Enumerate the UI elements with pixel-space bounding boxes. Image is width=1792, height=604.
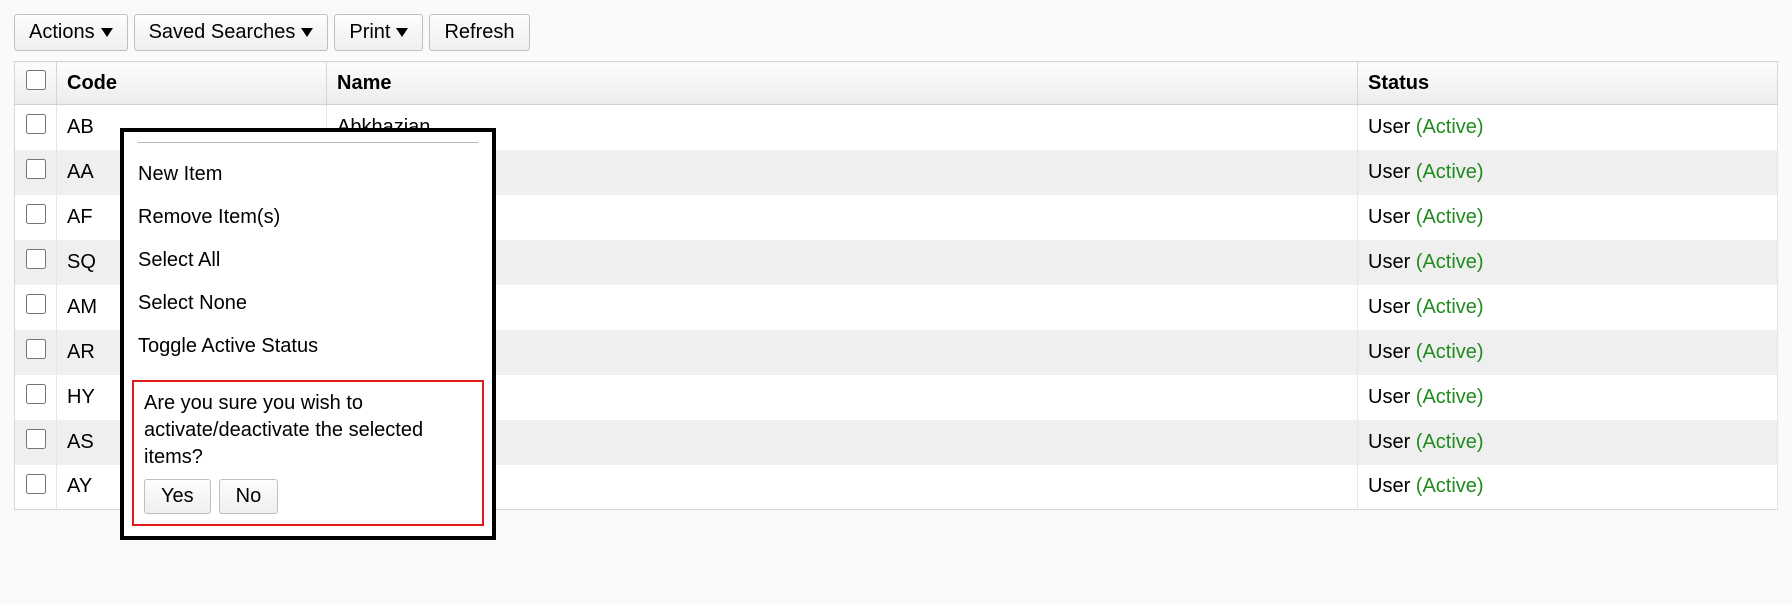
saved-searches-button[interactable]: Saved Searches <box>134 14 329 51</box>
status-prefix: User <box>1368 386 1416 408</box>
row-checkbox[interactable] <box>26 159 46 179</box>
row-checkbox-cell <box>15 285 57 330</box>
refresh-button[interactable]: Refresh <box>429 14 529 51</box>
row-checkbox-cell <box>15 150 57 195</box>
actions-dropdown: New Item Remove Item(s) Select All Selec… <box>120 128 496 540</box>
cell-status: User (Active) <box>1358 330 1778 375</box>
status-prefix: User <box>1368 161 1416 183</box>
row-checkbox[interactable] <box>26 294 46 314</box>
cell-status: User (Active) <box>1358 150 1778 195</box>
row-checkbox-cell <box>15 240 57 285</box>
row-checkbox[interactable] <box>26 429 46 449</box>
row-checkbox-cell <box>15 330 57 375</box>
header-code[interactable]: Code <box>57 62 327 105</box>
row-checkbox-cell <box>15 465 57 510</box>
status-active: (Active) <box>1416 475 1484 497</box>
menu-select-none[interactable]: Select None <box>124 282 492 325</box>
caret-down-icon <box>396 28 408 37</box>
cell-status: User (Active) <box>1358 195 1778 240</box>
status-prefix: User <box>1368 206 1416 228</box>
actions-button[interactable]: Actions <box>14 14 128 51</box>
row-checkbox-cell <box>15 195 57 240</box>
row-checkbox[interactable] <box>26 339 46 359</box>
actions-label: Actions <box>29 21 95 44</box>
status-prefix: User <box>1368 341 1416 363</box>
status-prefix: User <box>1368 475 1416 497</box>
caret-down-icon <box>301 28 313 37</box>
print-label: Print <box>349 21 390 44</box>
row-checkbox-cell <box>15 375 57 420</box>
status-active: (Active) <box>1416 296 1484 318</box>
row-checkbox[interactable] <box>26 204 46 224</box>
refresh-label: Refresh <box>444 21 514 44</box>
menu-select-all[interactable]: Select All <box>124 239 492 282</box>
status-prefix: User <box>1368 296 1416 318</box>
row-checkbox[interactable] <box>26 384 46 404</box>
confirm-message: Are you sure you wish to activate/deacti… <box>144 390 472 471</box>
status-active: (Active) <box>1416 341 1484 363</box>
confirm-dialog: Are you sure you wish to activate/deacti… <box>132 380 484 526</box>
header-status[interactable]: Status <box>1358 62 1778 105</box>
cell-status: User (Active) <box>1358 420 1778 465</box>
menu-new-item[interactable]: New Item <box>124 153 492 196</box>
status-active: (Active) <box>1416 386 1484 408</box>
status-prefix: User <box>1368 251 1416 273</box>
confirm-yes-button[interactable]: Yes <box>144 479 211 514</box>
row-checkbox[interactable] <box>26 249 46 269</box>
cell-status: User (Active) <box>1358 375 1778 420</box>
status-active: (Active) <box>1416 431 1484 453</box>
actions-menu-list: New Item Remove Item(s) Select All Selec… <box>124 143 492 376</box>
cell-status: User (Active) <box>1358 465 1778 510</box>
row-checkbox-cell <box>15 105 57 150</box>
print-button[interactable]: Print <box>334 14 423 51</box>
confirm-no-button[interactable]: No <box>219 479 279 514</box>
status-active: (Active) <box>1416 116 1484 138</box>
toolbar: Actions Saved Searches Print Refresh <box>14 14 1778 51</box>
status-active: (Active) <box>1416 251 1484 273</box>
status-active: (Active) <box>1416 161 1484 183</box>
select-all-checkbox[interactable] <box>26 70 46 90</box>
menu-toggle-active[interactable]: Toggle Active Status <box>124 325 492 368</box>
status-prefix: User <box>1368 116 1416 138</box>
header-name[interactable]: Name <box>327 62 1358 105</box>
cell-status: User (Active) <box>1358 105 1778 150</box>
cell-status: User (Active) <box>1358 240 1778 285</box>
cell-status: User (Active) <box>1358 285 1778 330</box>
menu-remove-items[interactable]: Remove Item(s) <box>124 196 492 239</box>
row-checkbox-cell <box>15 420 57 465</box>
header-checkbox-cell <box>15 62 57 105</box>
caret-down-icon <box>101 28 113 37</box>
status-prefix: User <box>1368 431 1416 453</box>
status-active: (Active) <box>1416 206 1484 228</box>
row-checkbox[interactable] <box>26 474 46 494</box>
saved-searches-label: Saved Searches <box>149 21 296 44</box>
row-checkbox[interactable] <box>26 114 46 134</box>
